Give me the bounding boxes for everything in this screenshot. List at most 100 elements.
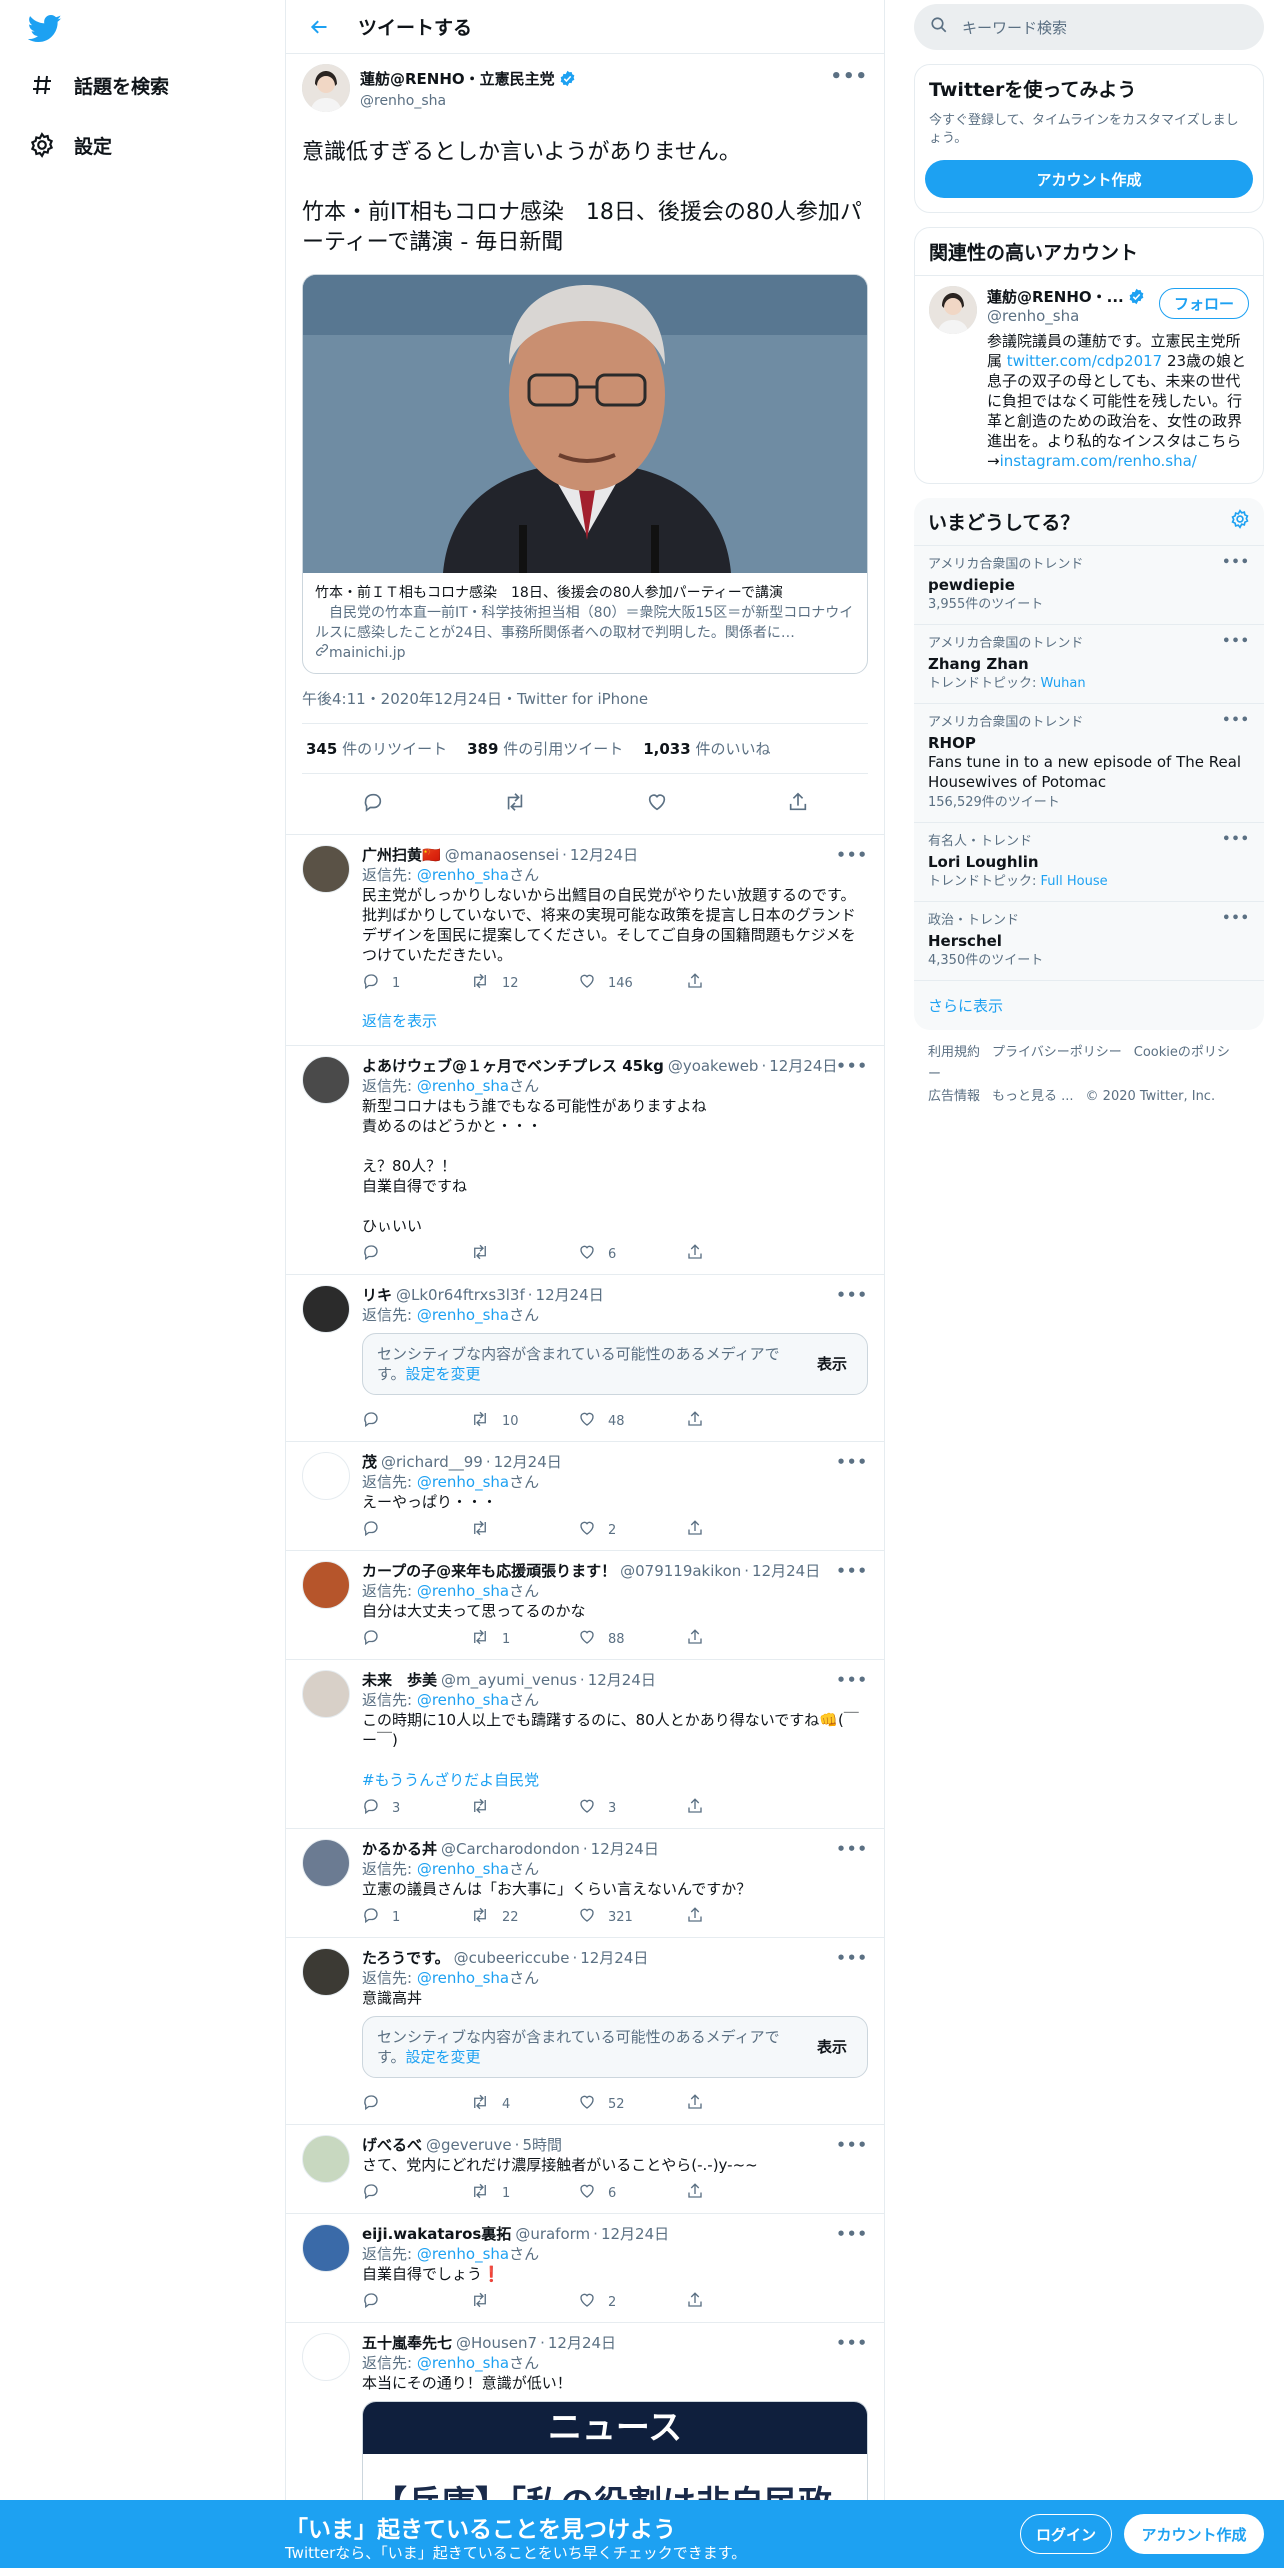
rel-name[interactable]: 蓮舫@RENHO・... — [987, 286, 1124, 307]
like-icon[interactable] — [646, 791, 668, 817]
avatar[interactable] — [302, 1670, 350, 1718]
share-button[interactable] — [686, 1410, 794, 1435]
reply-to-link[interactable]: @renho_sha — [417, 1582, 509, 1600]
reply-author-name[interactable]: げべるべ — [362, 2135, 422, 2155]
like-count[interactable]: 1,033 件のいいね — [643, 738, 770, 759]
avatar[interactable] — [302, 1839, 350, 1887]
reply-author-handle[interactable]: @geveruve — [426, 2135, 512, 2155]
author-name[interactable]: 蓮舫@RENHO・立憲民主党 — [360, 68, 555, 89]
bio-link[interactable]: twitter.com/cdp2017 — [1007, 352, 1162, 370]
link-card[interactable]: 竹本・前ＩＴ相もコロナ感染 18日、後援会の80人参加パーティーで講演 自民党の… — [302, 274, 868, 674]
avatar[interactable] — [302, 1056, 350, 1104]
bio-link-instagram[interactable]: instagram.com/renho.sha/ — [1000, 452, 1197, 470]
more-options-icon[interactable]: ••• — [1222, 910, 1250, 928]
trend-item[interactable]: アメリカ合衆国のトレンド Zhang Zhan トレンドトピック: Wuhan ••• — [914, 625, 1264, 704]
reply-author-handle[interactable]: @Lk0r64ftrxs3l3f — [396, 1285, 525, 1305]
footer-link[interactable]: もっと見る ... — [992, 1089, 1074, 1104]
retweet-button[interactable]: 1 — [470, 1628, 578, 1653]
create-account-button[interactable]: アカウント作成 — [925, 160, 1253, 198]
more-options-icon[interactable]: ••• — [1222, 831, 1250, 849]
avatar[interactable] — [302, 1948, 350, 1996]
search-bar[interactable]: キーワード検索 — [914, 4, 1264, 50]
reply-media[interactable]: ニュース【兵庫】「私の役割は非自民政 — [362, 2401, 868, 2500]
like-button[interactable]: 48 — [578, 1410, 686, 1435]
more-options-icon[interactable]: ••• — [836, 1670, 868, 1690]
nav-settings[interactable]: 設定 — [28, 123, 112, 167]
footer-link[interactable]: プライバシーポリシー — [992, 1045, 1122, 1060]
reply-author-handle[interactable]: @yoakeweb — [668, 1056, 759, 1076]
retweet-button[interactable]: 22 — [470, 1906, 578, 1931]
share-button[interactable] — [686, 1797, 794, 1822]
reply-time[interactable]: 12月24日 — [570, 845, 638, 865]
reply-tweet[interactable]: 广州扫黄🇨🇳 @manaosensei · 12月24日 ••• 返信先: @renho_… — [286, 835, 884, 1046]
share-button[interactable] — [686, 1906, 794, 1931]
share-button[interactable] — [686, 2182, 794, 2207]
footer-link[interactable]: 利用規約 — [928, 1045, 980, 1060]
retweet-button[interactable] — [470, 1797, 578, 1822]
retweet-count[interactable]: 345 件のリツイート — [306, 738, 447, 759]
reply-author-name[interactable]: 茂 — [362, 1452, 377, 1472]
more-options-icon[interactable]: ••• — [836, 1285, 868, 1305]
more-options-icon[interactable]: ••• — [836, 845, 868, 865]
avatar[interactable] — [302, 2224, 350, 2272]
change-settings-link[interactable]: 設定を変更 — [406, 1365, 481, 1383]
trend-item[interactable]: 政治・トレンド Herschel 4,350件のツイート ••• — [914, 902, 1264, 981]
reply-time[interactable]: 5時間 — [522, 2135, 562, 2155]
avatar[interactable] — [302, 1285, 350, 1333]
quote-count[interactable]: 389 件の引用ツイート — [467, 738, 623, 759]
reply-author-handle[interactable]: @m_ayumi_venus — [441, 1670, 577, 1690]
show-media-button[interactable]: 表示 — [817, 2037, 847, 2057]
like-button[interactable]: 321 — [578, 1906, 686, 1931]
share-button[interactable] — [686, 2291, 794, 2316]
like-button[interactable]: 3 — [578, 1797, 686, 1822]
trend-item[interactable]: 有名人・トレンド Lori Loughlin トレンドトピック: Full Hous… — [914, 823, 1264, 902]
share-icon[interactable] — [787, 791, 809, 817]
like-button[interactable]: 88 — [578, 1628, 686, 1653]
change-settings-link[interactable]: 設定を変更 — [406, 2048, 481, 2066]
reply-to-link[interactable]: @renho_sha — [417, 1473, 509, 1491]
reply-to-link[interactable]: @renho_sha — [417, 2354, 509, 2372]
retweet-button[interactable] — [470, 1243, 578, 1268]
reply-to-link[interactable]: @renho_sha — [417, 1691, 509, 1709]
avatar[interactable] — [302, 2333, 350, 2381]
follow-button[interactable]: フォロー — [1158, 288, 1249, 319]
more-options-icon[interactable]: ••• — [1222, 712, 1250, 730]
reply-button[interactable] — [362, 1519, 470, 1544]
more-options-icon[interactable]: ••• — [836, 1056, 868, 1076]
more-options-icon[interactable]: ••• — [1222, 554, 1250, 572]
more-options-icon[interactable]: ••• — [836, 1839, 868, 1859]
reply-author-name[interactable]: 广州扫黄🇨🇳 — [362, 845, 441, 865]
nav-explore[interactable]: 話題を検索 — [28, 63, 169, 107]
reply-button[interactable]: 3 — [362, 1797, 470, 1822]
avatar[interactable] — [929, 286, 977, 334]
more-options-icon[interactable]: ••• — [830, 66, 868, 87]
share-button[interactable] — [686, 972, 794, 997]
avatar[interactable] — [302, 2135, 350, 2183]
reply-author-name[interactable]: よあけウェブ@１ヶ月でベンチプレス 45kg — [362, 1056, 664, 1076]
reply-time[interactable]: 12月24日 — [494, 1452, 562, 1472]
trend-topic-link[interactable]: Wuhan — [1041, 676, 1086, 691]
more-options-icon[interactable]: ••• — [836, 2333, 868, 2353]
signup-button[interactable]: アカウント作成 — [1124, 2514, 1264, 2554]
reply-tweet[interactable]: 未来 歩美 @m_ayumi_venus · 12月24日 ••• 返信先: @renho… — [286, 1660, 884, 1829]
reply-time[interactable]: 12月24日 — [548, 2333, 616, 2353]
reply-author-name[interactable]: かるかる丼 — [362, 1839, 437, 1859]
twitter-logo-icon[interactable] — [27, 14, 62, 44]
reply-button[interactable]: 1 — [362, 1906, 470, 1931]
reply-icon[interactable] — [362, 791, 384, 817]
search-input[interactable]: キーワード検索 — [962, 17, 1067, 38]
tweet-timestamp[interactable]: 午後4:11・2020年12月24日・Twitter for iPhone — [302, 674, 868, 724]
gear-icon[interactable] — [1230, 509, 1250, 534]
reply-tweet[interactable]: eiji.wakataros裏拓 @uraform · 12月24日 ••• 返信先: @… — [286, 2214, 884, 2323]
more-options-icon[interactable]: ••• — [836, 1452, 868, 1472]
reply-tweet[interactable]: よあけウェブ@１ヶ月でベンチプレス 45kg @yoakeweb · 12月24日 ••… — [286, 1046, 884, 1275]
reply-author-name[interactable]: 五十嵐奉先七 — [362, 2333, 452, 2353]
retweet-button[interactable]: 12 — [470, 972, 578, 997]
retweet-icon[interactable] — [503, 791, 527, 817]
avatar[interactable] — [302, 1452, 350, 1500]
back-arrow-icon[interactable] — [302, 10, 336, 44]
reply-time[interactable]: 12月24日 — [588, 1670, 656, 1690]
reply-tweet[interactable]: リキ @Lk0r64ftrxs3l3f · 12月24日 ••• 返信先: @renho_… — [286, 1275, 884, 1442]
more-options-icon[interactable]: ••• — [836, 2224, 868, 2244]
reply-time[interactable]: 12月24日 — [580, 1948, 648, 1968]
